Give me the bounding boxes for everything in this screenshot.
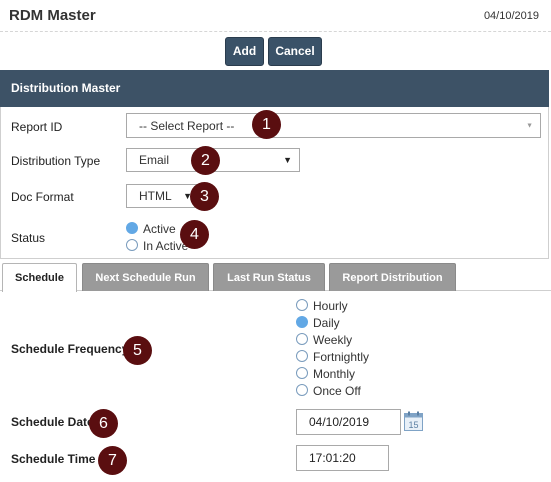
top-bar: RDM Master 04/10/2019 <box>0 0 551 32</box>
page-title: RDM Master <box>9 7 96 24</box>
callout-badge-4: 4 <box>180 220 209 249</box>
calendar-icon[interactable]: 15 <box>404 411 423 431</box>
tab-last-run-status[interactable]: Last Run Status <box>213 263 325 291</box>
schedule-time-label: Schedule Time <box>11 452 96 466</box>
frequency-fortnightly-radio[interactable] <box>296 350 308 362</box>
frequency-weekly-label: Weekly <box>313 333 353 347</box>
callout-badge-6: 6 <box>89 409 118 438</box>
cancel-button[interactable]: Cancel <box>268 37 322 66</box>
frequency-once-off-radio[interactable] <box>296 384 308 396</box>
schedule-date-input[interactable]: 04/10/2019 <box>296 409 401 435</box>
add-button[interactable]: Add <box>225 37 264 66</box>
schedule-frequency-label: Schedule Frequency <box>11 342 129 356</box>
frequency-fortnightly-label: Fortnightly <box>313 350 370 364</box>
report-id-select[interactable]: -- Select Report -- ▼ <box>126 113 541 138</box>
frequency-daily-radio[interactable] <box>296 316 308 328</box>
panel-header: Distribution Master <box>0 70 549 107</box>
status-active-radio[interactable] <box>126 222 138 234</box>
calendar-day-text: 15 <box>408 420 418 430</box>
report-id-label: Report ID <box>11 120 63 134</box>
status-active-label: Active <box>143 222 176 236</box>
frequency-hourly-radio[interactable] <box>296 299 308 311</box>
frequency-hourly-label: Hourly <box>313 299 348 313</box>
callout-badge-3: 3 <box>190 182 219 211</box>
frequency-monthly-label: Monthly <box>313 367 356 381</box>
frequency-once-off-label: Once Off <box>313 384 361 398</box>
schedule-time-input[interactable]: 17:01:20 <box>296 445 389 471</box>
doc-format-value: HTML <box>139 189 172 203</box>
tab-next-schedule-run[interactable]: Next Schedule Run <box>82 263 209 291</box>
report-id-value: -- Select Report -- <box>139 118 235 133</box>
callout-badge-5: 5 <box>123 336 152 365</box>
callout-badge-1: 1 <box>252 110 281 139</box>
status-label: Status <box>11 231 46 245</box>
callout-badge-7: 7 <box>98 446 127 475</box>
schedule-date-label: Schedule Date <box>11 415 94 429</box>
frequency-weekly-radio[interactable] <box>296 333 308 345</box>
header-date: 04/10/2019 <box>483 10 539 22</box>
doc-format-select[interactable]: HTML ▼ <box>126 184 200 208</box>
status-inactive-radio[interactable] <box>126 239 138 251</box>
frequency-monthly-radio[interactable] <box>296 367 308 379</box>
distribution-type-value: Email <box>139 153 170 167</box>
chevron-down-icon: ▼ <box>526 122 533 129</box>
chevron-down-icon: ▼ <box>283 155 292 165</box>
doc-format-label: Doc Format <box>11 190 74 204</box>
callout-badge-2: 2 <box>191 146 220 175</box>
distribution-type-label: Distribution Type <box>11 154 101 168</box>
frequency-daily-label: Daily <box>313 316 340 330</box>
tab-report-distribution[interactable]: Report Distribution <box>329 263 456 291</box>
tab-schedule[interactable]: Schedule <box>2 263 77 292</box>
